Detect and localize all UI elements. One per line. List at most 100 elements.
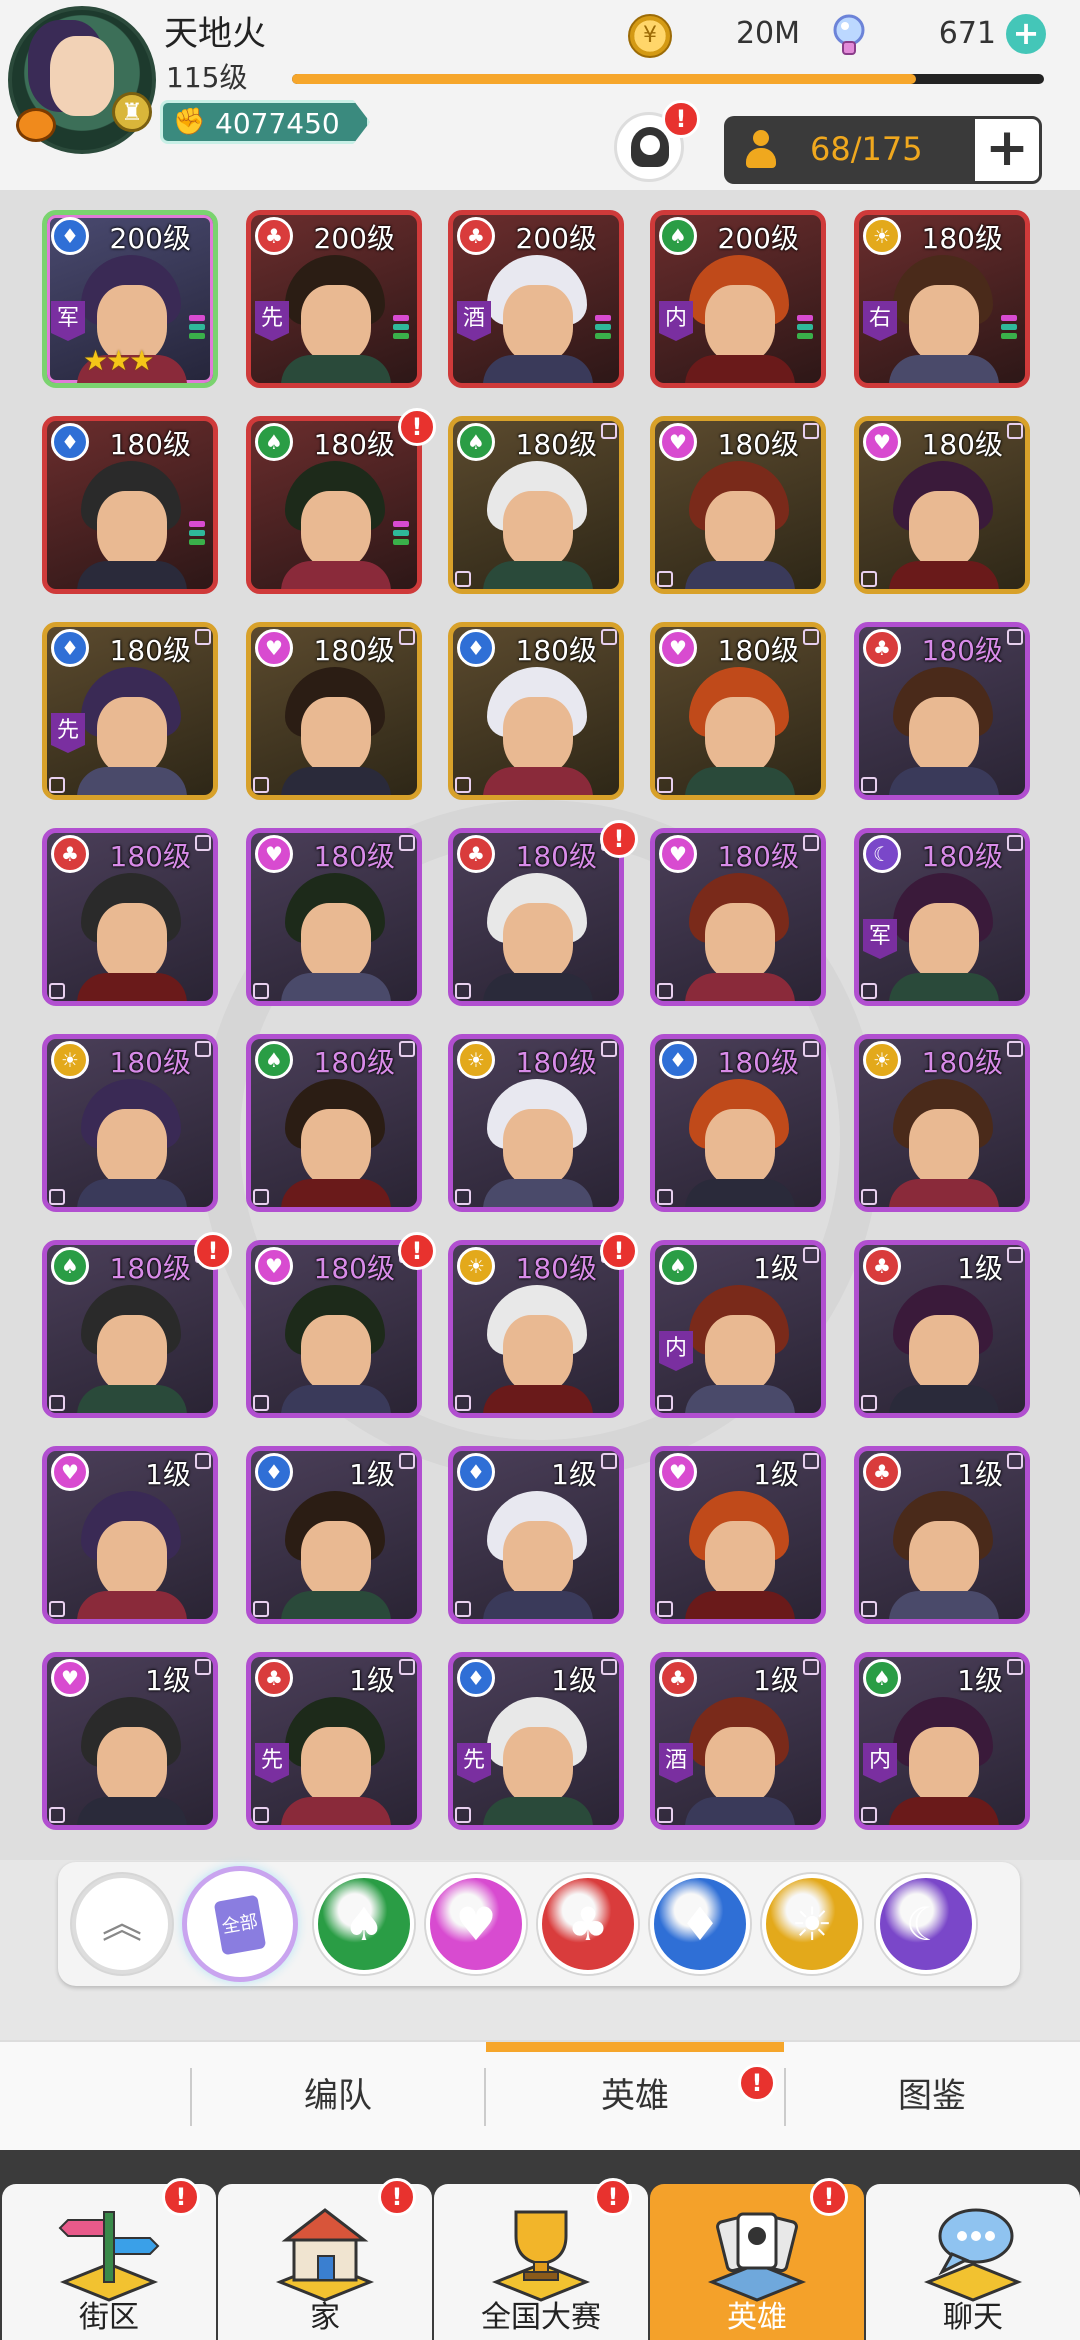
hero-card[interactable]: ♦ 1级 — [246, 1446, 422, 1624]
hero-capacity-text: 68/175 — [810, 130, 923, 168]
corner-tab-icon — [657, 777, 673, 793]
hero-card[interactable]: ♦ 1级 — [448, 1446, 624, 1624]
hero-card[interactable]: ♠ 180级 — [42, 1240, 218, 1418]
hero-card[interactable]: ♠ 180级 — [246, 1034, 422, 1212]
filter-club-button[interactable]: ♣ — [538, 1874, 638, 1974]
hero-card[interactable]: ♦ 180级先 — [42, 622, 218, 800]
hero-card[interactable]: ♥ 180级 — [650, 622, 826, 800]
hero-card[interactable]: ☀ 180级 — [854, 1034, 1030, 1212]
corner-tab-icon — [195, 1659, 211, 1675]
hero-card[interactable]: ♣ 1级先 — [246, 1652, 422, 1830]
tab-heroes[interactable]: 英雄 — [486, 2042, 784, 2150]
gem-icon — [833, 14, 865, 55]
hero-card[interactable]: ♥ 1级 — [42, 1446, 218, 1624]
filter-heart-button[interactable]: ♥ — [426, 1874, 526, 1974]
hero-card[interactable]: ♦ 180级 — [650, 1034, 826, 1212]
hero-card[interactable]: ♥ 180级 — [246, 1240, 422, 1418]
hero-card[interactable]: ♦ 180级 — [448, 622, 624, 800]
hero-card[interactable]: ♥ 180级 — [650, 828, 826, 1006]
hero-portrait — [889, 1491, 999, 1619]
hero-level: 1级 — [349, 1458, 395, 1491]
corner-tab-icon — [49, 983, 65, 999]
filter-moon-button[interactable]: ☾ — [876, 1874, 976, 1974]
nav-street[interactable]: ! 街区 — [2, 2178, 216, 2340]
nav-street-label: 街区 — [79, 2300, 139, 2335]
alert-badge: ! — [378, 2178, 416, 2216]
nav-national-contest[interactable]: ! 全国大赛 — [434, 2178, 648, 2340]
hero-card[interactable]: ♠ 180级 — [448, 416, 624, 594]
hero-level: 1级 — [957, 1458, 1003, 1491]
club-faction-icon: ♣ — [457, 835, 495, 873]
hero-card[interactable]: ♠ 1级内 — [854, 1652, 1030, 1830]
hero-card[interactable]: ♣ 180级 — [42, 828, 218, 1006]
corner-tab-icon — [1007, 629, 1023, 645]
add-gems-button[interactable]: + — [1006, 14, 1046, 54]
hero-card[interactable]: ♣ 1级 — [854, 1446, 1030, 1624]
hero-card[interactable]: ♠ 1级内 — [650, 1240, 826, 1418]
alert-badge: ! — [194, 1232, 232, 1270]
hero-level: 180级 — [109, 840, 191, 873]
hero-card[interactable]: ♠ 180级 — [246, 416, 422, 594]
hero-card[interactable]: ♣ 180级 — [448, 828, 624, 1006]
hero-card[interactable]: ♣ 200级先 — [246, 210, 422, 388]
combat-power-value: 4077450 — [215, 107, 340, 140]
avatar-face — [50, 36, 114, 116]
hero-card[interactable]: ☀ 180级 — [448, 1034, 624, 1212]
hero-card[interactable]: ♥ 180级 — [246, 622, 422, 800]
hero-portrait — [281, 873, 391, 1001]
hero-card[interactable]: ☀ 180级右 — [854, 210, 1030, 388]
nav-chat[interactable]: 聊天 — [866, 2184, 1080, 2340]
hero-card[interactable]: ♥ 1级 — [42, 1652, 218, 1830]
hero-card[interactable]: ♦ 180级 — [42, 416, 218, 594]
hero-level: 180级 — [717, 428, 799, 461]
corner-tab-icon — [861, 983, 877, 999]
hero-portrait — [483, 461, 593, 589]
filter-spade-button[interactable]: ♠ — [314, 1874, 414, 1974]
hero-card[interactable]: ♣ 1级 — [854, 1240, 1030, 1418]
hero-card[interactable]: ☀ 180级 — [42, 1034, 218, 1212]
stat-bars-icon — [797, 315, 813, 342]
hero-card[interactable]: ☾ 180级军 — [854, 828, 1030, 1006]
hero-portrait — [889, 255, 999, 383]
filter-diamond-button[interactable]: ♦ — [650, 1874, 750, 1974]
hero-portrait — [483, 1491, 593, 1619]
hero-portrait — [281, 255, 391, 383]
hero-level: 180级 — [921, 222, 1003, 255]
corner-tab-icon — [601, 1659, 617, 1675]
hero-card[interactable]: ♥ 180级 — [854, 416, 1030, 594]
nav-heroes[interactable]: ! 英雄 — [650, 2178, 864, 2340]
tab-codex[interactable]: 图鉴 — [786, 2042, 1078, 2150]
hero-card[interactable]: ♦ 200级军 ★★★ — [42, 210, 218, 388]
stat-bars-icon — [393, 315, 409, 342]
expand-capacity-button[interactable]: + — [972, 116, 1042, 184]
hero-portrait — [281, 1285, 391, 1413]
hero-card[interactable]: ♥ 1级 — [650, 1446, 826, 1624]
hero-card[interactable]: ♠ 200级内 — [650, 210, 826, 388]
nav-home[interactable]: ! 家 — [218, 2178, 432, 2340]
player-level: 115级 — [166, 61, 248, 94]
hero-portrait — [483, 873, 593, 1001]
filter-all-button[interactable]: 全部 — [182, 1866, 298, 1982]
spade-faction-icon: ♠ — [659, 1247, 697, 1285]
hero-card[interactable]: ♣ 180级 — [854, 622, 1030, 800]
heart-faction-icon: ♥ — [255, 1247, 293, 1285]
corner-tab-icon — [399, 1041, 415, 1057]
player-avatar[interactable]: ♜ — [8, 6, 156, 154]
hero-level: 180级 — [515, 1046, 597, 1079]
hero-card[interactable]: ♦ 1级先 — [448, 1652, 624, 1830]
hero-card[interactable]: ☀ 180级 — [448, 1240, 624, 1418]
hero-card[interactable]: ♥ 180级 — [650, 416, 826, 594]
collapse-chevron-up-icon[interactable]: ︽ — [72, 1874, 172, 1974]
hero-portrait — [685, 1697, 795, 1825]
hero-card[interactable]: ♥ 180级 — [246, 828, 422, 1006]
filter-sun-button[interactable]: ☀ — [762, 1874, 862, 1974]
hero-card[interactable]: ♣ 200级酒 — [448, 210, 624, 388]
diamond-faction-icon: ♦ — [457, 629, 495, 667]
hero-level: 200级 — [109, 222, 191, 255]
hero-level: 1级 — [753, 1664, 799, 1697]
diamond-faction-icon: ♦ — [255, 1453, 293, 1491]
hero-role-tag: 先 — [51, 713, 85, 753]
hero-card[interactable]: ♣ 1级酒 — [650, 1652, 826, 1830]
vip-badge-icon: ♜ — [112, 92, 152, 132]
tab-formation[interactable]: 编队 — [192, 2042, 484, 2150]
